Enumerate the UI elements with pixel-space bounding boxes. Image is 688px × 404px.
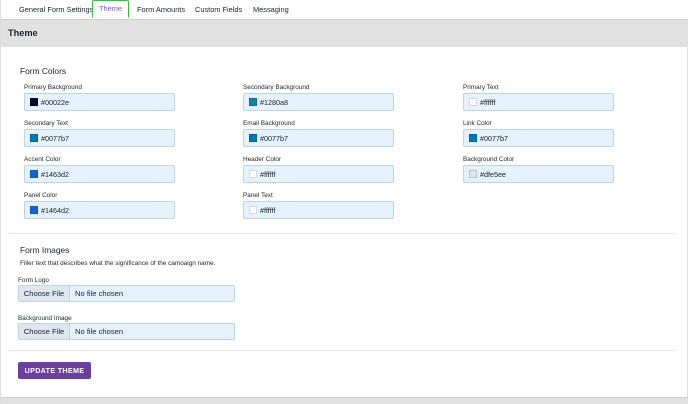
settings-tabs: General Form Settings Theme Form Amounts… (1, 0, 688, 20)
form-logo-label: Form Logo (18, 277, 49, 284)
header-color-value: #ffffff (260, 170, 276, 179)
background-image-file-status: No file chosen (75, 327, 124, 336)
panel-text-input[interactable]: #ffffff (243, 201, 394, 219)
primary-background-label: Primary Background (24, 84, 82, 91)
link-color-value: #0077b7 (480, 134, 508, 143)
primary-text-input[interactable]: #ffffff (463, 93, 614, 111)
primary-background-swatch[interactable] (30, 98, 38, 106)
section-divider (9, 233, 675, 234)
form-logo-file-input[interactable]: Choose File No file chosen (18, 285, 235, 302)
link-color-label: Link Color (463, 120, 492, 127)
secondary-text-input[interactable]: #0077b7 (24, 129, 175, 147)
panel-color-label: Panel Color (24, 192, 58, 199)
tab-general-form-settings[interactable]: General Form Settings (13, 0, 99, 19)
tab-messaging[interactable]: Messaging (247, 0, 295, 19)
form-logo-file-status: No file chosen (75, 289, 124, 298)
form-colors-heading: Form Colors (20, 66, 67, 76)
secondary-background-input[interactable]: #1280a8 (243, 93, 394, 111)
primary-background-value: #00022e (41, 98, 69, 107)
background-image-choose-file-button[interactable]: Choose File (19, 324, 70, 339)
primary-text-value: #ffffff (480, 98, 496, 107)
link-color-swatch[interactable] (469, 134, 477, 142)
email-background-swatch[interactable] (249, 134, 257, 142)
theme-settings-page: General Form Settings Theme Form Amounts… (0, 0, 688, 404)
email-background-input[interactable]: #0077b7 (243, 129, 394, 147)
background-color-swatch[interactable] (469, 170, 477, 178)
section-title: Theme (8, 28, 38, 38)
header-color-input[interactable]: #ffffff (243, 165, 394, 183)
background-image-file-input[interactable]: Choose File No file chosen (18, 323, 235, 340)
background-color-label: Background Color (463, 156, 515, 163)
secondary-text-swatch[interactable] (30, 134, 38, 142)
panel-color-value: #1464d2 (41, 206, 69, 215)
section-header: Theme (1, 19, 688, 47)
secondary-background-label: Secondary Background (243, 84, 310, 91)
panel-text-label: Panel Text (243, 192, 273, 199)
header-color-swatch[interactable] (249, 170, 257, 178)
form-logo-choose-file-button[interactable]: Choose File (19, 286, 70, 301)
email-background-value: #0077b7 (260, 134, 288, 143)
secondary-text-value: #0077b7 (41, 134, 69, 143)
secondary-text-label: Secondary Text (24, 120, 68, 127)
primary-text-label: Primary Text (463, 84, 499, 91)
form-images-description: Filler text that describes what the sign… (20, 260, 216, 267)
update-theme-button[interactable]: UPDATE THEME (18, 362, 91, 379)
panel-color-input[interactable]: #1464d2 (24, 201, 175, 219)
primary-text-swatch[interactable] (469, 98, 477, 106)
panel-text-swatch[interactable] (249, 206, 257, 214)
form-images-heading: Form Images (20, 245, 70, 255)
section-divider (9, 350, 675, 351)
secondary-background-swatch[interactable] (249, 98, 257, 106)
background-color-input[interactable]: #dfe5ee (463, 165, 614, 183)
header-color-label: Header Color (243, 156, 282, 163)
link-color-input[interactable]: #0077b7 (463, 129, 614, 147)
accent-color-label: Accent Color (24, 156, 61, 163)
panel-text-value: #ffffff (260, 206, 276, 215)
tab-custom-fields[interactable]: Custom Fields (189, 0, 248, 19)
tab-form-amounts[interactable]: Form Amounts (131, 0, 191, 19)
accent-color-value: #1463d2 (41, 170, 69, 179)
background-image-label: Background Image (18, 315, 72, 322)
panel-color-swatch[interactable] (30, 206, 38, 214)
accent-color-input[interactable]: #1463d2 (24, 165, 175, 183)
bottom-bar (1, 397, 688, 404)
primary-background-input[interactable]: #00022e (24, 93, 175, 111)
email-background-label: Email Background (243, 120, 295, 127)
accent-color-swatch[interactable] (30, 170, 38, 178)
background-color-value: #dfe5ee (480, 170, 506, 179)
tab-theme[interactable]: Theme (92, 0, 130, 18)
secondary-background-value: #1280a8 (260, 98, 288, 107)
